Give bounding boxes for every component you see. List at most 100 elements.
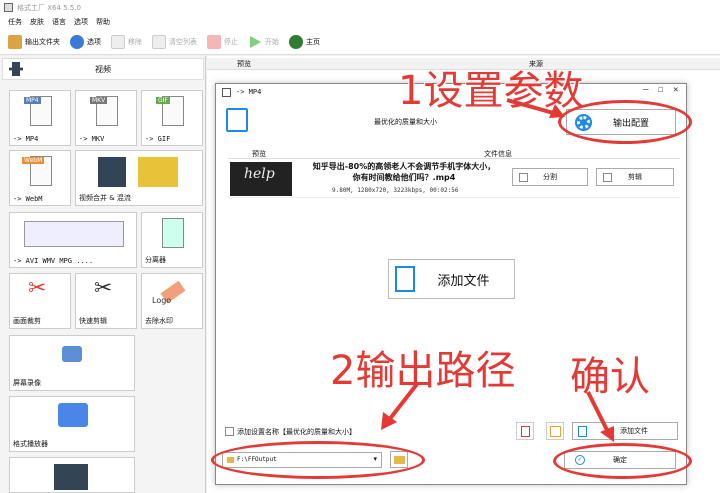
- close-icon[interactable]: ✕: [673, 85, 678, 95]
- annotation-arrow-2: [381, 382, 419, 430]
- scissors-film-icon: ✂: [94, 276, 113, 301]
- quality-preset-label: 最优化的质量和大小: [374, 118, 437, 126]
- tile-remove-watermark[interactable]: Logo 去除水印: [141, 273, 203, 329]
- tile-quick-clip-label: 快速剪辑: [79, 317, 107, 325]
- maximize-icon[interactable]: ☐: [658, 85, 663, 95]
- tile-remove-watermark-label: 去除水印: [145, 317, 173, 325]
- output-folder-button[interactable]: 输出文件夹: [8, 34, 60, 49]
- tile-splitter[interactable]: 分离器: [141, 212, 203, 268]
- start-label: 开始: [265, 37, 279, 46]
- tile-more[interactable]: [9, 457, 135, 493]
- player-icon: [58, 403, 88, 427]
- clip-button[interactable]: 剪辑: [596, 168, 674, 186]
- annotation-ellipse-output-config: [558, 100, 692, 144]
- splitter-icon: [162, 218, 184, 248]
- add-folder-icon: [549, 425, 561, 437]
- webm-tag: WebM: [22, 157, 45, 164]
- annotation-ellipse-output-path: [211, 441, 425, 479]
- tile-crop[interactable]: ✂ 画面裁剪: [9, 273, 71, 329]
- add-file-icon: [395, 266, 415, 292]
- split-button[interactable]: 分割: [512, 168, 588, 186]
- minimize-icon[interactable]: —: [643, 85, 648, 95]
- file-name-line1: 知乎导出-80%的高领老人不会调节手机字体大小，: [312, 162, 496, 171]
- toolbar: 输出文件夹 选项 移除 清空列表 停止 开始 主页: [0, 29, 720, 55]
- title-bar: 格式工厂 X64 5.5.0: [0, 0, 720, 15]
- col-fileinfo: 文件信息: [484, 150, 512, 158]
- add-setting-label: 添加设置名称【最优化的质量和大小】: [237, 428, 356, 436]
- file-row[interactable]: help 知乎导出-80%的高领老人不会调节手机字体大小， 你有时间教给他们吗？…: [228, 160, 680, 198]
- clear-list-button[interactable]: 清空列表: [152, 34, 197, 49]
- options-button[interactable]: 选项: [70, 34, 101, 49]
- remove-file-icon: [520, 425, 530, 437]
- video-thumbnail: help: [230, 162, 292, 196]
- menu-language[interactable]: 语言: [52, 17, 66, 27]
- add-file-big-button[interactable]: 添加文件: [388, 259, 515, 299]
- film-globe-icon: [54, 464, 88, 490]
- tile-player[interactable]: 格式播放器: [9, 396, 135, 452]
- add-setting-checkbox[interactable]: [225, 427, 234, 436]
- home-button[interactable]: 主页: [289, 34, 320, 49]
- mp4-tag: MP4: [24, 97, 41, 104]
- menu-help[interactable]: 帮助: [96, 17, 110, 27]
- home-label: 主页: [306, 37, 320, 46]
- stop-button[interactable]: 停止: [207, 34, 238, 49]
- tile-to-avi-wmv-mpg[interactable]: -> AVI WMV MPG ....: [9, 212, 137, 268]
- film-plus-music-icon: [98, 157, 178, 187]
- stop-label: 停止: [224, 37, 238, 46]
- tile-to-gif-label: -> GIF: [145, 135, 171, 143]
- clip-icon: [603, 173, 612, 182]
- remove-file-button[interactable]: [516, 422, 534, 440]
- menu-skin[interactable]: 皮肤: [30, 17, 44, 27]
- app-icon: [4, 3, 13, 12]
- camera-icon: [62, 346, 82, 362]
- annotation-arrow-1: [506, 98, 565, 118]
- video-category-label: 视频: [95, 64, 111, 74]
- play-icon: [250, 35, 261, 48]
- annotation-arrow-3: [586, 391, 614, 442]
- tile-to-gif[interactable]: GIF -> GIF: [141, 90, 203, 146]
- remove-button[interactable]: 移除: [111, 34, 142, 49]
- split-label: 分割: [543, 173, 557, 181]
- file-list-header: 预览 文件信息: [228, 148, 680, 159]
- split-icon: [519, 173, 528, 182]
- tile-video-join-label: 视频合并 & 混流: [79, 194, 131, 202]
- tile-to-mp4-label: -> MP4: [13, 135, 39, 143]
- tile-video-join[interactable]: 视频合并 & 混流: [75, 150, 203, 206]
- tile-quick-clip[interactable]: ✂ 快速剪辑: [75, 273, 137, 329]
- tile-crop-label: 画面裁剪: [13, 317, 41, 325]
- dialog-app-icon: [222, 87, 231, 97]
- mkv-tag: MKV: [90, 97, 108, 104]
- file-name: 知乎导出-80%的高领老人不会调节手机字体大小， 你有时间教给他们吗？.mp4: [298, 161, 510, 183]
- tile-to-mp4[interactable]: MP4 -> MP4: [9, 90, 71, 146]
- dialog-title: -> MP4: [236, 88, 262, 96]
- list-col-preview: 预览: [237, 60, 251, 68]
- tile-to-mkv[interactable]: MKV -> MKV: [75, 90, 137, 146]
- start-button[interactable]: 开始: [248, 35, 279, 49]
- clear-list-label: 清空列表: [169, 37, 197, 46]
- thumbnail-text: help: [244, 166, 275, 182]
- tile-screen-record-label: 屏幕录像: [13, 379, 41, 387]
- menu-task[interactable]: 任务: [8, 17, 22, 27]
- window-title: 格式工厂 X64 5.5.0: [17, 3, 81, 12]
- video-category-header[interactable]: 视频: [2, 58, 204, 80]
- col-preview: 预览: [252, 150, 266, 158]
- globe-icon: [289, 34, 303, 49]
- tile-screen-record[interactable]: 屏幕录像: [9, 335, 135, 391]
- menu-options[interactable]: 选项: [74, 17, 88, 27]
- tile-to-webm-label: -> WebM: [13, 195, 43, 203]
- tile-splitter-label: 分离器: [145, 256, 166, 264]
- options-icon: [70, 34, 84, 49]
- clip-label: 剪辑: [628, 173, 642, 181]
- tile-to-avi-label: -> AVI WMV MPG ....: [13, 257, 94, 265]
- folder-icon: [8, 34, 22, 49]
- stop-icon: [207, 34, 221, 49]
- add-folder-button[interactable]: [546, 422, 564, 440]
- output-folder-label: 输出文件夹: [25, 37, 60, 46]
- remove-label: 移除: [128, 37, 142, 46]
- film-icon: [9, 62, 23, 76]
- options-label: 选项: [87, 37, 101, 46]
- gif-tag: GIF: [156, 97, 170, 104]
- file-name-line2: 你有时间教给他们吗？.mp4: [352, 173, 456, 182]
- menu-bar: 任务 皮肤 语言 选项 帮助: [0, 15, 720, 29]
- tile-to-webm[interactable]: WebM -> WebM: [9, 150, 71, 206]
